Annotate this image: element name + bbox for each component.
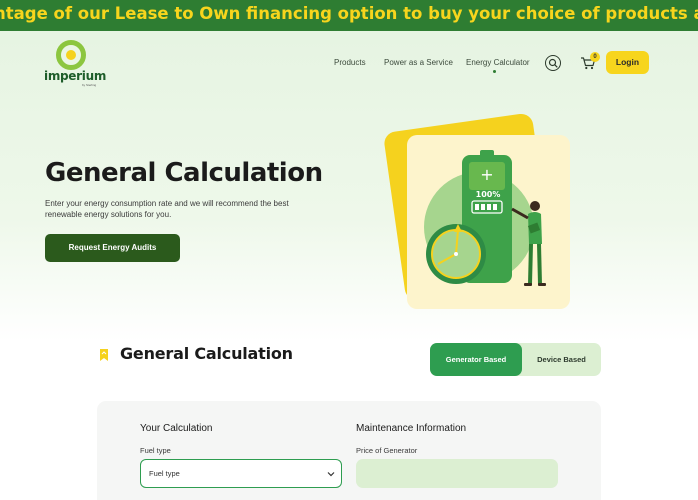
price-of-generator-input[interactable]	[356, 459, 558, 488]
fuel-type-value: Fuel type	[149, 469, 180, 478]
price-of-generator-label: Price of Generator	[356, 446, 418, 455]
hero-description: Enter your energy consumption rate and w…	[45, 199, 289, 219]
battery-percent: 100%	[476, 190, 501, 199]
brand-name: imperium	[44, 69, 107, 83]
hero-title: General Calculation	[45, 158, 323, 188]
tab-device-based[interactable]: Device Based	[522, 343, 601, 376]
active-nav-indicator	[493, 70, 496, 73]
tab-generator-based[interactable]: Generator Based	[430, 343, 522, 376]
maintenance-info-heading: Maintenance Information	[356, 423, 467, 434]
brand-sub: by Sterling	[82, 83, 97, 87]
login-button[interactable]: Login	[606, 51, 649, 74]
bookmark-icon	[100, 349, 108, 361]
search-button[interactable]	[545, 55, 561, 71]
search-icon	[548, 58, 558, 68]
ticker-text: ntage of our Lease to Own financing opti…	[0, 4, 698, 23]
brand-logo[interactable]: imperium by Sterling	[44, 40, 107, 88]
nav-energy-calculator[interactable]: Energy Calculator	[466, 58, 530, 67]
cart-count-badge: 0	[590, 52, 600, 62]
request-energy-audits-button[interactable]: Request Energy Audits	[45, 234, 180, 262]
nav-power-as-a-service[interactable]: Power as a Service	[384, 58, 453, 67]
calculator-title: General Calculation	[120, 344, 293, 363]
fuel-type-label: Fuel type	[140, 446, 171, 455]
chevron-down-icon	[327, 472, 335, 477]
svg-text:+: +	[480, 165, 493, 184]
energy-illustration: + 100%	[384, 113, 570, 309]
your-calculation-heading: Your Calculation	[140, 423, 213, 434]
logo-ring-icon	[56, 40, 86, 70]
nav-products[interactable]: Products	[334, 58, 366, 67]
promo-ticker: ntage of our Lease to Own financing opti…	[0, 0, 698, 31]
calculation-mode-toggle: Generator Based Device Based	[430, 343, 601, 376]
fuel-type-select[interactable]: Fuel type	[140, 459, 342, 488]
